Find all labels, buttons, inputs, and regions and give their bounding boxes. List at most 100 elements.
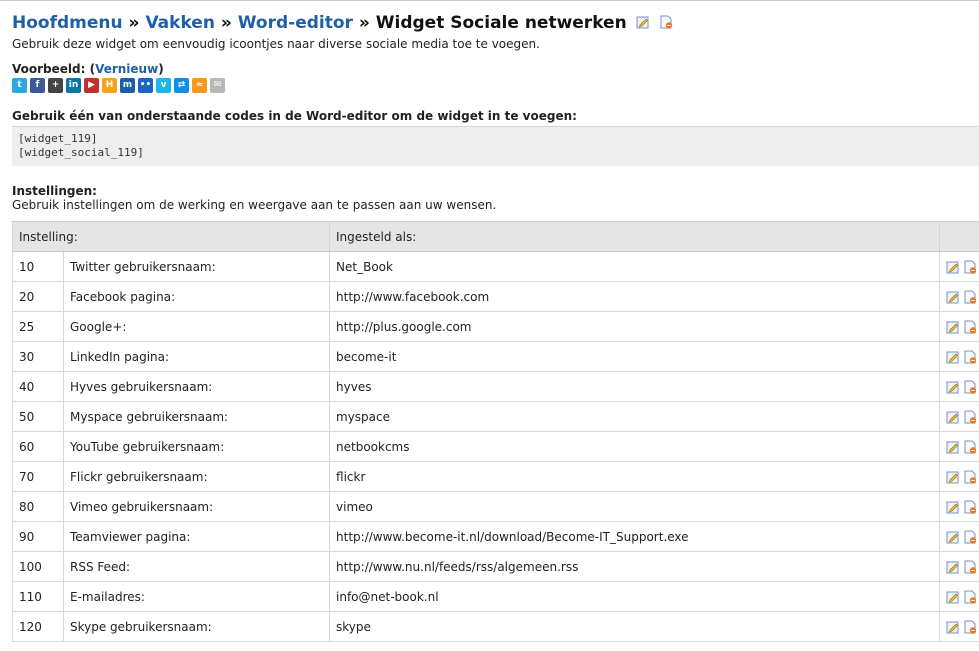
widget-page: Hoofdmenu » Vakken » Word-editor » Widge… [11,12,979,642]
setting-value: myspace [329,401,941,432]
delete-icon[interactable] [963,590,977,604]
hyves-icon[interactable]: H [102,77,117,93]
refresh-link[interactable]: Vernieuw [95,62,158,76]
rss-icon[interactable]: ≈ [192,77,207,93]
delete-icon[interactable] [963,470,977,484]
setting-value: http://www.nu.nl/feeds/rss/algemeen.rss [329,551,941,582]
setting-order: 20 [12,281,64,312]
delete-icon[interactable] [963,530,977,544]
edit-icon[interactable] [946,470,960,484]
twitter-icon[interactable]: t [12,77,27,93]
breadcrumb-separator: » [128,13,140,33]
breadcrumb-subjects-link[interactable]: Vakken [145,13,215,33]
setting-value: Net_Book [329,251,941,282]
setting-value: http://plus.google.com [329,311,941,342]
settings-description: Gebruik instellingen om de werking en we… [12,198,497,212]
row-actions [939,251,979,282]
setting-name: YouTube gebruikersnaam: [62,431,331,462]
facebook-icon[interactable]: f [30,77,45,93]
setting-name: Facebook pagina: [62,281,331,312]
intro-text: Gebruik deze widget om eenvoudig icoontj… [12,37,540,51]
delete-icon[interactable] [963,410,977,424]
row-actions [939,461,979,492]
vimeo-icon[interactable]: v [156,77,171,93]
social-icons-preview: t f + in ▶ Hm •• v ⇄ ≈ ✉ [12,77,979,93]
edit-icon[interactable] [946,440,960,454]
delete-icon[interactable] [963,500,977,514]
row-actions [939,311,979,342]
settings-table: Instelling: Ingesteld als: 10 Twitter geb… [11,221,979,642]
google-plus-icon[interactable]: + [48,77,63,93]
setting-value: skype [329,611,941,642]
setting-value: info@net-book.nl [329,581,941,612]
myspace-icon[interactable]: m [120,77,135,93]
edit-icon[interactable] [946,380,960,394]
delete-icon[interactable] [659,15,673,29]
setting-order: 10 [12,251,64,282]
row-actions [939,521,979,552]
email-icon[interactable]: ✉ [210,77,225,93]
setting-order: 80 [12,491,64,522]
widget-code-line[interactable]: [widget_119] [18,132,973,146]
delete-icon[interactable] [963,350,977,364]
row-actions [939,401,979,432]
teamviewer-icon[interactable]: ⇄ [174,77,189,93]
setting-name: E-mailadres: [62,581,331,612]
edit-icon[interactable] [946,530,960,544]
row-actions [939,491,979,522]
delete-icon[interactable] [963,620,977,634]
flickr-icon[interactable]: •• [138,77,153,93]
setting-name: Skype gebruikersnaam: [62,611,331,642]
edit-icon[interactable] [946,290,960,304]
row-actions [939,431,979,462]
youtube-icon[interactable]: ▶ [84,77,99,93]
widget-code-line[interactable]: [widget_social_119] [18,146,973,160]
setting-name: Google+: [62,311,331,342]
table-row: 70 Flickr gebruikersnaam: flickr [12,461,979,492]
delete-icon[interactable] [963,290,977,304]
table-row: 100 RSS Feed: http://www.nu.nl/feeds/rss/a… [12,551,979,582]
preview-label: Voorbeeld: [12,62,86,76]
setting-order: 40 [12,371,64,402]
page-title: Widget Sociale netwerken [375,13,627,33]
setting-order: 100 [12,551,64,582]
setting-order: 70 [12,461,64,492]
setting-value: http://www.become-it.nl/download/Become-… [329,521,941,552]
table-row: 80 Vimeo gebruikersnaam: vimeo [12,491,979,522]
edit-icon[interactable] [946,560,960,574]
delete-icon[interactable] [963,440,977,454]
table-row: 50 Myspace gebruikersnaam: myspace [12,401,979,432]
table-row: 110 E-mailadres: info@net-book.nl [12,581,979,612]
setting-value: become-it [329,341,941,372]
edit-icon[interactable] [946,410,960,424]
setting-order: 120 [12,611,64,642]
edit-icon[interactable] [946,620,960,634]
row-actions [939,281,979,312]
settings-heading: Instellingen: [12,184,97,198]
delete-icon[interactable] [963,320,977,334]
code-box: [widget_119] [widget_social_119] [12,126,979,166]
edit-icon[interactable] [946,590,960,604]
codes-heading: Gebruik één van onderstaande codes in de… [12,109,577,123]
setting-name: Flickr gebruikersnaam: [62,461,331,492]
row-actions [939,341,979,372]
table-row: 20 Facebook pagina: http://www.facebook.co… [12,281,979,312]
setting-name: Twitter gebruikersnaam: [62,251,331,282]
edit-icon[interactable] [946,350,960,364]
edit-icon[interactable] [636,15,650,29]
edit-icon[interactable] [946,260,960,274]
breadcrumb-home-link[interactable]: Hoofdmenu [12,13,123,33]
table-row: 10 Twitter gebruikersnaam: Net_Book [12,251,979,282]
delete-icon[interactable] [963,380,977,394]
edit-icon[interactable] [946,320,960,334]
preview-paren-close: ) [158,62,164,76]
table-row: 60 YouTube gebruikersnaam: netbookcms [12,431,979,462]
breadcrumb-editor-link[interactable]: Word-editor [238,13,353,33]
linkedin-icon[interactable]: in [66,77,81,93]
column-header-setting: Instelling: [11,221,331,252]
edit-icon[interactable] [946,500,960,514]
delete-icon[interactable] [963,560,977,574]
setting-value: http://www.facebook.com [329,281,941,312]
setting-order: 90 [12,521,64,552]
delete-icon[interactable] [963,260,977,274]
